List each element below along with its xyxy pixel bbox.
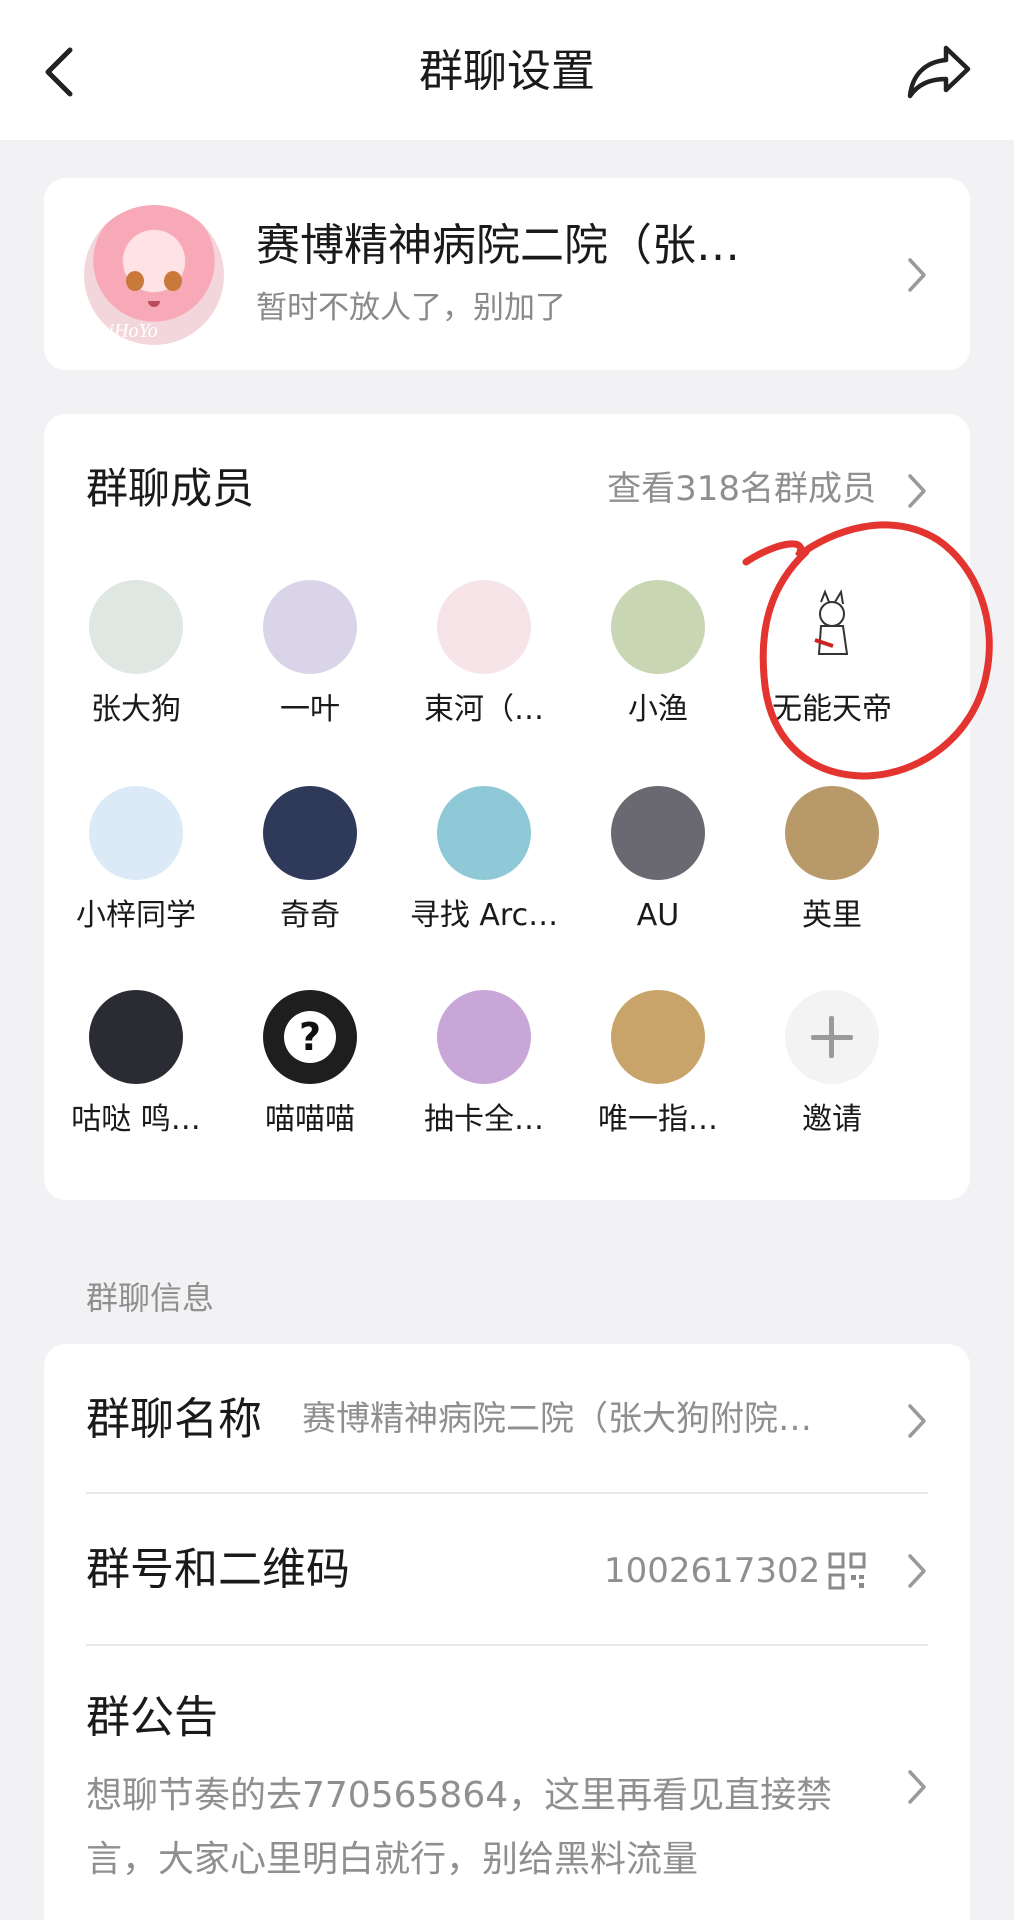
member-avatar [263,786,357,880]
member-name: 英里 [802,898,862,933]
member-item[interactable]: 一叶 [222,580,398,760]
chevron-right-icon [908,1770,926,1804]
member-item[interactable]: 寻找 Arc… [396,786,572,966]
member-item[interactable]: 抽卡全… [396,990,572,1170]
invite-label: 邀请 [802,1102,862,1137]
member-avatar [89,990,183,1084]
avatar-eye-right [164,271,182,291]
group-name-value: 赛博精神病院二院（张大狗附院… [302,1399,812,1439]
member-name: AU [636,898,680,933]
group-profile-card[interactable]: miHoYo 赛博精神病院二院（张… 暂时不放人了，别加了 [44,178,970,370]
group-info-heading: 群聊信息 [86,1279,215,1317]
member-item[interactable]: 无能天帝 [744,580,920,760]
group-notice-text: 想聊节奏的去770565864，这里再看见直接禁言，大家心里明白就行，别给黑料流… [86,1775,833,1880]
group-name-label: 群聊名称 [86,1394,262,1445]
member-avatar [89,786,183,880]
share-icon[interactable] [906,42,972,102]
members-label: 群聊成员 [86,464,255,513]
member-avatar: ? [263,990,357,1084]
member-item[interactable]: 小渔 [570,580,746,760]
avatar-mouth [148,301,160,307]
invite-button[interactable]: 邀请 [744,990,920,1170]
member-item[interactable]: 小梓同学 [48,786,224,966]
member-avatar [437,580,531,674]
member-avatar [611,990,705,1084]
group-info-card: 群聊名称 赛博精神病院二院（张大狗附院… 群号和二维码 1002617302 群… [44,1344,970,1920]
member-avatar [611,580,705,674]
member-item[interactable]: 束河（… [396,580,572,760]
member-avatar [785,580,879,674]
group-number-label: 群号和二维码 [86,1544,350,1595]
member-name: 喵喵喵 [265,1102,355,1137]
member-name: 束河（… [424,692,544,727]
member-name: 咕哒 鸣… [71,1102,201,1137]
plus-icon [785,990,879,1084]
member-name: 抽卡全… [424,1102,544,1137]
member-name: 奇奇 [280,898,340,933]
member-avatar [263,580,357,674]
member-sketch-icon [814,589,849,655]
page-title: 群聊设置 [419,46,595,97]
member-name: 寻找 Arc… [409,898,559,933]
qr-code-icon [828,1552,866,1590]
member-item[interactable]: 咕哒 鸣… [48,990,224,1170]
member-item[interactable]: 奇奇 [222,786,398,966]
member-name: 小渔 [628,692,688,727]
member-name: 无能天帝 [772,692,892,727]
avatar-eye-left [126,271,144,291]
member-avatar [89,580,183,674]
group-notice-label: 群公告 [86,1692,218,1743]
avatar-watermark: miHoYo [94,320,158,342]
member-item[interactable]: 唯一指… [570,990,746,1170]
row-divider [86,1492,928,1494]
member-avatar [611,786,705,880]
question-mark-icon: ? [284,1011,336,1063]
member-name: 一叶 [280,692,340,727]
chevron-right-icon [908,258,926,292]
member-item[interactable]: ? 喵喵喵 [222,990,398,1170]
member-item[interactable]: AU [570,786,746,966]
svg-text:?: ? [299,1015,321,1059]
chevron-right-icon [908,1404,926,1438]
chevron-right-icon [908,474,926,508]
top-bar: 群聊设置 [0,0,1014,140]
member-name: 张大狗 [91,692,181,727]
member-avatar [437,786,531,880]
member-name: 唯一指… [598,1102,718,1137]
group-name: 赛博精神病院二院（张… [256,220,740,271]
member-item[interactable]: 英里 [744,786,920,966]
member-item[interactable]: 张大狗 [48,580,224,760]
row-divider [86,1644,928,1646]
group-number-value: 1002617302 [604,1551,821,1591]
member-avatar [437,990,531,1084]
members-card: 群聊成员 查看318名群成员 张大狗 一叶 束河（… 小渔 无能天帝 小梓同学 … [44,414,970,1200]
member-avatar [785,786,879,880]
view-all-members-link[interactable]: 查看318名群成员 [607,466,876,512]
chevron-right-icon [908,1554,926,1588]
member-name: 小梓同学 [76,898,196,933]
group-avatar: miHoYo [84,205,224,345]
group-subtitle: 暂时不放人了，别加了 [256,290,566,326]
